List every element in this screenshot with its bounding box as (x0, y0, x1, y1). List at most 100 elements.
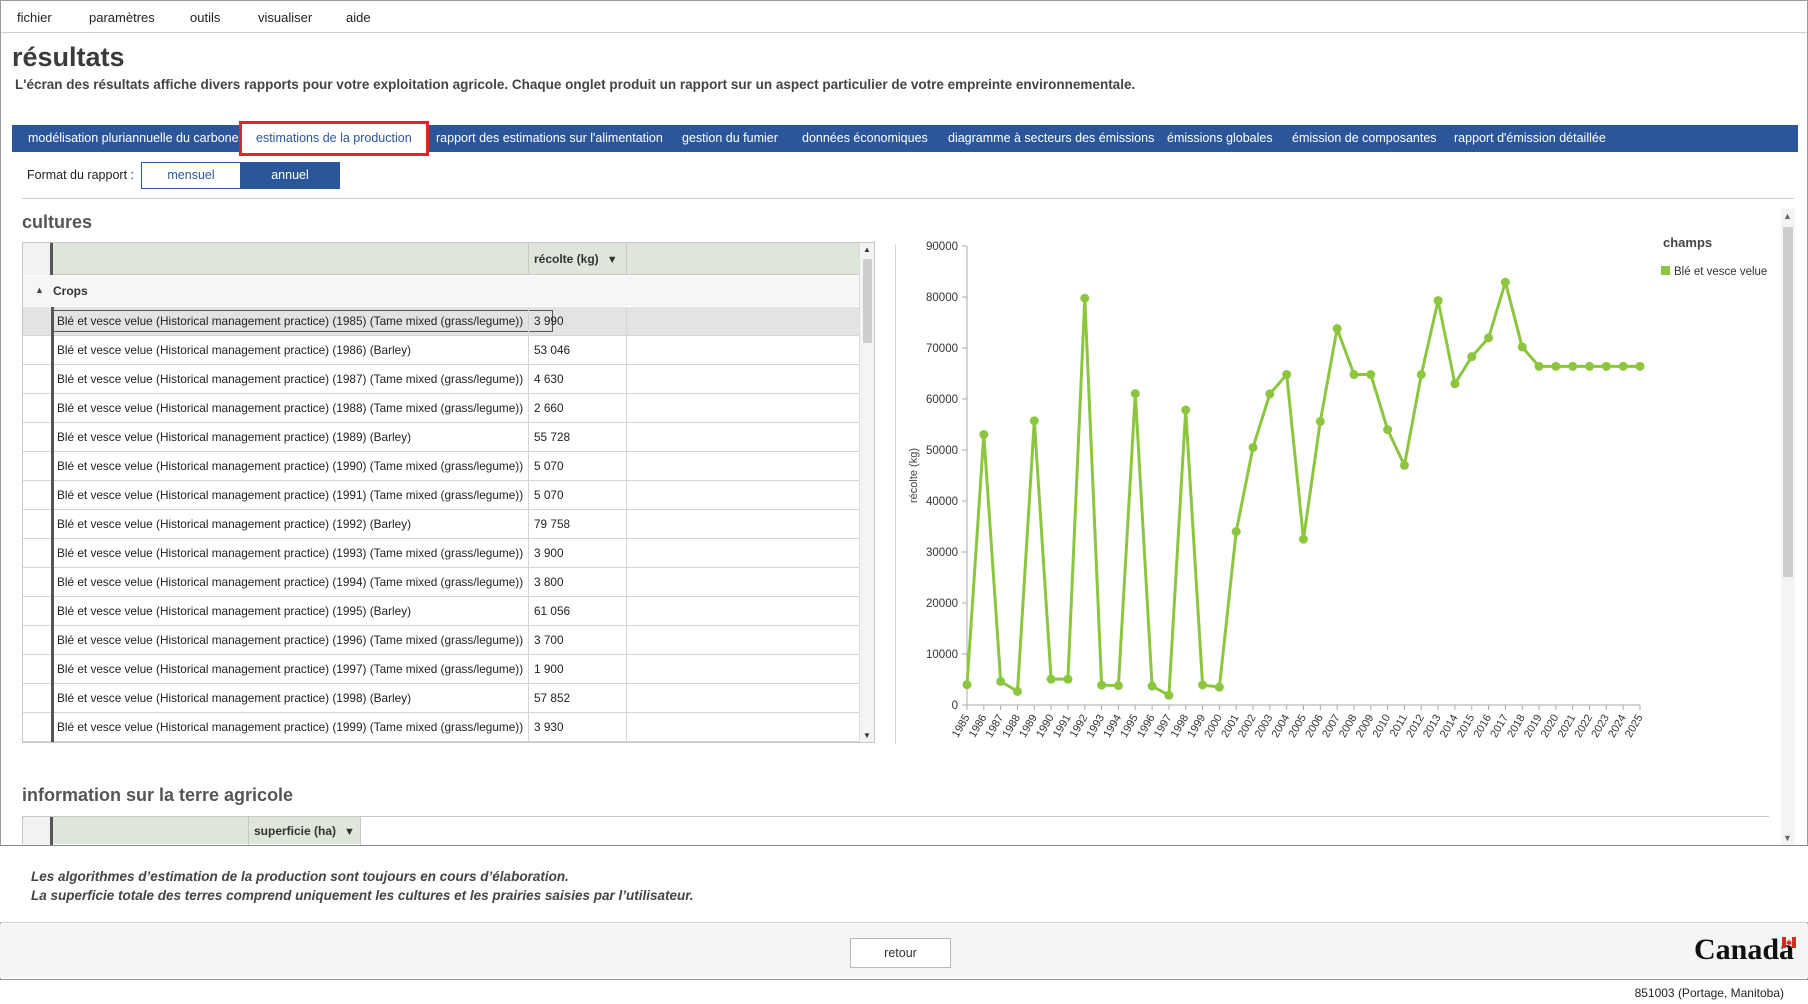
group-row-crops[interactable]: ▲ Crops (23, 276, 859, 306)
menu-fichier[interactable]: fichier (17, 10, 52, 25)
data-point[interactable] (1517, 342, 1527, 352)
filter-icon[interactable]: ▼ (344, 826, 355, 838)
crop-name-cell[interactable]: Blé et vesce velue (Historical managemen… (57, 372, 549, 386)
crop-name-cell[interactable]: Blé et vesce velue (Historical managemen… (57, 459, 549, 473)
data-point[interactable] (1147, 681, 1157, 691)
scroll-down-icon[interactable]: ▼ (1783, 833, 1792, 843)
recolte-cell[interactable]: 53 046 (528, 336, 626, 365)
recolte-cell[interactable]: 2 660 (528, 394, 626, 423)
recolte-column-header[interactable]: récolte (kg) ▼ (528, 243, 626, 275)
data-point[interactable] (1332, 324, 1342, 334)
data-point[interactable] (996, 676, 1006, 686)
data-point[interactable] (1214, 682, 1224, 692)
tab-alimentation[interactable]: rapport des estimations sur l'alimentati… (436, 125, 663, 152)
crop-name-cell[interactable]: Blé et vesce velue (Historical managemen… (57, 401, 549, 415)
mensuel-button[interactable]: mensuel (141, 162, 241, 189)
crop-name-cell[interactable]: Blé et vesce velue (Historical managemen… (57, 517, 549, 531)
recolte-cell[interactable]: 1 900 (528, 655, 626, 684)
crop-name-cell[interactable]: Blé et vesce velue (Historical managemen… (57, 633, 549, 647)
data-point[interactable] (1097, 680, 1107, 690)
crop-name-cell[interactable]: Blé et vesce velue (Historical managemen… (57, 604, 549, 618)
data-point[interactable] (1467, 352, 1477, 362)
page-scrollbar[interactable]: ▲ ▼ (1781, 209, 1795, 845)
data-point[interactable] (1534, 361, 1544, 371)
data-point[interactable] (1551, 361, 1561, 371)
table-row[interactable]: Blé et vesce velue (Historical managemen… (23, 452, 859, 481)
data-point[interactable] (1450, 379, 1460, 389)
data-point[interactable] (1248, 442, 1258, 452)
recolte-cell[interactable]: 3 800 (528, 568, 626, 597)
data-point[interactable] (1601, 361, 1611, 371)
crop-name-cell[interactable]: Blé et vesce velue (Historical managemen… (57, 430, 549, 444)
data-point[interactable] (1484, 333, 1494, 343)
recolte-cell[interactable]: 5 070 (528, 481, 626, 510)
page-scroll-thumb[interactable] (1783, 227, 1793, 577)
table-row[interactable]: Blé et vesce velue (Historical managemen… (23, 539, 859, 568)
collapse-icon[interactable]: ▲ (35, 285, 44, 295)
recolte-cell[interactable]: 3 930 (528, 713, 626, 742)
data-point[interactable] (1568, 361, 1578, 371)
table-row[interactable]: Blé et vesce velue (Historical managemen… (23, 423, 859, 452)
menu-visualiser[interactable]: visualiser (258, 10, 312, 25)
data-point[interactable] (1113, 681, 1123, 691)
table-row[interactable]: Blé et vesce velue (Historical managemen… (23, 510, 859, 539)
data-point[interactable] (1198, 680, 1208, 690)
scroll-down-icon[interactable]: ▼ (863, 731, 871, 740)
table-row[interactable]: Blé et vesce velue (Historical managemen… (23, 568, 859, 597)
data-point[interactable] (1585, 361, 1595, 371)
crop-name-cell[interactable]: Blé et vesce velue (Historical managemen… (57, 488, 549, 502)
data-point[interactable] (1265, 389, 1275, 399)
recolte-cell[interactable]: 3 990 (528, 307, 626, 336)
recolte-cell[interactable]: 61 056 (528, 597, 626, 626)
data-point[interactable] (1029, 416, 1039, 426)
recolte-cell[interactable]: 4 630 (528, 365, 626, 394)
recolte-cell[interactable]: 5 070 (528, 452, 626, 481)
data-point[interactable] (1315, 416, 1325, 426)
data-point[interactable] (1181, 405, 1191, 415)
tab-emissions-globales[interactable]: émissions globales (1167, 125, 1273, 152)
crop-name-cell[interactable]: Blé et vesce velue (Historical managemen… (57, 720, 549, 734)
table-row[interactable]: Blé et vesce velue (Historical managemen… (23, 307, 859, 336)
table-row[interactable]: Blé et vesce velue (Historical managemen… (23, 713, 859, 742)
data-point[interactable] (1299, 534, 1308, 544)
crop-name-cell[interactable]: Blé et vesce velue (Historical managemen… (57, 546, 549, 560)
recolte-cell[interactable]: 57 852 (528, 684, 626, 713)
tab-fumier[interactable]: gestion du fumier (682, 125, 778, 152)
data-point[interactable] (1433, 296, 1443, 306)
crop-name-cell[interactable]: Blé et vesce velue (Historical managemen… (57, 575, 549, 589)
tab-production[interactable]: estimations de la production (239, 121, 429, 156)
table-row[interactable]: Blé et vesce velue (Historical managemen… (23, 655, 859, 684)
crop-name-cell[interactable]: Blé et vesce velue (Historical managemen… (53, 310, 553, 332)
scroll-up-icon[interactable]: ▲ (863, 245, 871, 254)
data-point[interactable] (1130, 389, 1140, 399)
table-row[interactable]: Blé et vesce velue (Historical managemen… (23, 684, 859, 713)
data-point[interactable] (1012, 686, 1022, 696)
data-point[interactable] (1231, 527, 1241, 537)
annuel-button[interactable]: annuel (240, 162, 340, 189)
menu-outils[interactable]: outils (190, 10, 220, 25)
table-row[interactable]: Blé et vesce velue (Historical managemen… (23, 481, 859, 510)
data-point[interactable] (1282, 370, 1292, 380)
tab-emission-detaillee[interactable]: rapport d'émission détaillée (1454, 125, 1606, 152)
data-point[interactable] (962, 680, 972, 690)
tab-diagramme-secteurs[interactable]: diagramme à secteurs des émissions (948, 125, 1154, 152)
data-point[interactable] (1399, 460, 1409, 470)
data-point[interactable] (1635, 361, 1645, 371)
data-point[interactable] (1416, 370, 1426, 380)
superficie-column-header[interactable]: superficie (ha) ▼ (248, 817, 360, 845)
data-point[interactable] (1063, 674, 1073, 684)
data-point[interactable] (1500, 277, 1510, 287)
data-point[interactable] (1366, 370, 1376, 380)
crop-name-cell[interactable]: Blé et vesce velue (Historical managemen… (57, 343, 549, 357)
data-point[interactable] (1618, 361, 1628, 371)
data-point[interactable] (1164, 690, 1174, 700)
table-row[interactable]: Blé et vesce velue (Historical managemen… (23, 336, 859, 365)
table-row[interactable]: Blé et vesce velue (Historical managemen… (23, 597, 859, 626)
filter-icon[interactable]: ▼ (607, 254, 618, 266)
recolte-cell[interactable]: 55 728 (528, 423, 626, 452)
recolte-cell[interactable]: 79 758 (528, 510, 626, 539)
data-point[interactable] (1046, 674, 1056, 684)
retour-button[interactable]: retour (850, 938, 951, 968)
data-point[interactable] (1383, 425, 1393, 435)
data-point[interactable] (979, 429, 989, 439)
